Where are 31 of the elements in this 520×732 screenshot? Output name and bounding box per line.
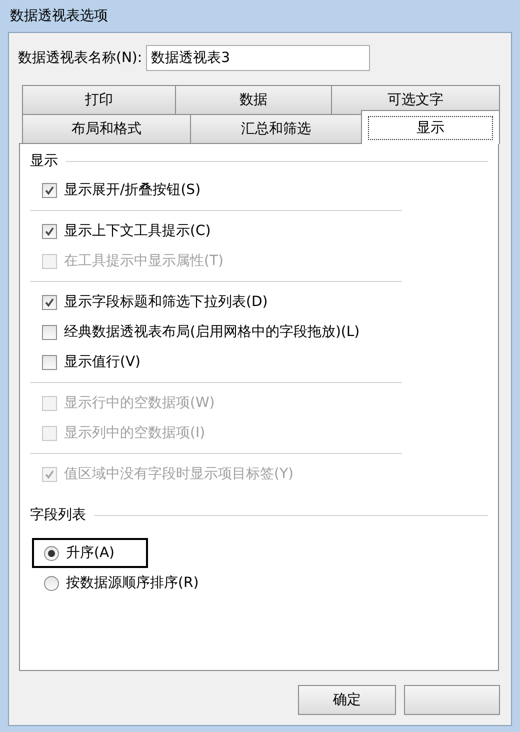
- tab[interactable]: 数据: [174, 85, 332, 114]
- checkbox[interactable]: [42, 294, 57, 310]
- tab[interactable]: 布局和格式: [22, 114, 191, 143]
- checkbox[interactable]: [42, 182, 57, 198]
- checkbox-label: 显示列中的空数据项(I): [64, 424, 206, 442]
- radio-button[interactable]: [44, 576, 59, 590]
- input-field[interactable]: 数据透视表3: [146, 45, 370, 71]
- radio-label: 升序(A): [66, 544, 115, 562]
- radio-label: 按数据源顺序排序(R): [66, 574, 199, 592]
- cancel-button[interactable]: [404, 685, 500, 715]
- window-title: 数据透视表选项: [9, 7, 109, 26]
- section-title: 显示: [30, 152, 58, 170]
- checkbox-label: 显示上下文工具提示(C): [64, 222, 211, 240]
- radio-button[interactable]: [44, 546, 59, 560]
- tab[interactable]: 打印: [22, 85, 176, 114]
- field-label: 数据透视表名称(N):: [18, 49, 142, 67]
- checkbox[interactable]: [42, 224, 57, 238]
- tab[interactable]: 显示: [361, 110, 500, 144]
- checkbox-label: 显示字段标题和筛选下拉列表(D): [64, 293, 268, 311]
- ok-button[interactable]: 确定: [298, 685, 396, 715]
- checkbox-label: 经典数据透视表布局(启用网格中的字段拖放)(L): [64, 323, 360, 341]
- radio-option[interactable]: 按数据源顺序排序(R): [32, 568, 488, 598]
- section-title: 字段列表: [30, 506, 86, 524]
- tab[interactable]: 汇总和筛选: [190, 114, 362, 143]
- checkbox-label: 值区域中没有字段时显示项目标签(Y): [64, 465, 294, 483]
- checkbox[interactable]: [42, 354, 57, 370]
- checkbox-label: 显示值行(V): [64, 353, 141, 371]
- checkbox[interactable]: [42, 324, 57, 340]
- checkbox-label: 显示展开/折叠按钮(S): [64, 181, 201, 199]
- checkbox-label: 在工具提示中显示属性(T): [64, 252, 224, 270]
- checkbox-label: 显示行中的空数据项(W): [64, 394, 215, 412]
